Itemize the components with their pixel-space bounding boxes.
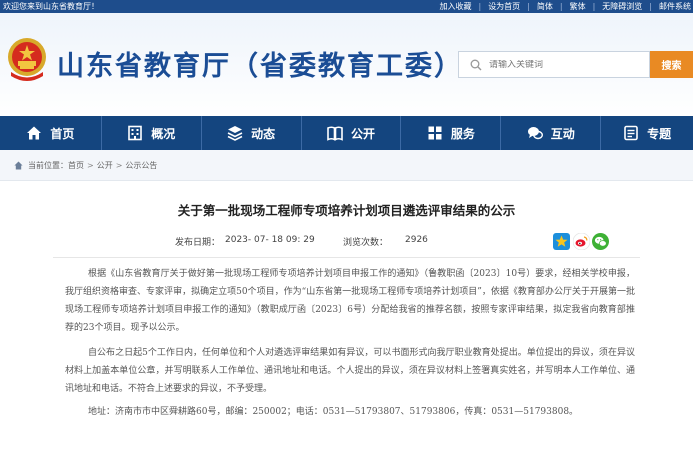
breadcrumb-public[interactable]: 公开 bbox=[97, 160, 113, 171]
wechat-icon[interactable] bbox=[592, 233, 609, 250]
book-icon bbox=[327, 126, 343, 141]
breadcrumb: 当前位置： 首页 > 公开 > 公示公告 bbox=[0, 150, 693, 181]
weibo-icon[interactable] bbox=[573, 233, 590, 250]
nav-label: 动态 bbox=[251, 126, 276, 141]
nav-item-news[interactable]: 动态 bbox=[202, 116, 301, 150]
set-homepage-link[interactable]: 设为首页 bbox=[488, 0, 520, 13]
article-title: 关于第一批现场工程师专项培养计划项目遴选评审结果的公示 bbox=[177, 203, 516, 218]
home-small-icon bbox=[14, 160, 23, 170]
nav-label: 服务 bbox=[450, 126, 475, 141]
article-paragraph: 地址：济南市市中区舜耕路60号，邮编：250002；电话：0531—517938… bbox=[88, 407, 579, 417]
search-input[interactable] bbox=[489, 59, 639, 70]
add-favorite-link[interactable]: 加入收藏 bbox=[439, 0, 471, 13]
grid-icon bbox=[428, 126, 442, 140]
utility-links: 加入收藏 | 设为首页 | 简体 | 繁体 | 无障碍浏览 | 邮件系统 bbox=[439, 0, 691, 13]
welcome-text: 欢迎您来到山东省教育厅！ bbox=[3, 2, 99, 11]
nav-label: 互动 bbox=[550, 126, 575, 141]
breadcrumb-home[interactable]: 首页 bbox=[68, 160, 84, 171]
article-meta: 发布日期： 2023- 07- 18 09: 29 浏览次数： 2926 bbox=[0, 233, 693, 250]
publish-date: 2023- 07- 18 09: 29 bbox=[225, 235, 315, 245]
article-paragraph: 根据《山东省教育厅关于做好第一批现场工程师专项培养计划项目申报工作的通知》（鲁教… bbox=[65, 269, 635, 333]
top-utility-bar: 欢迎您来到山东省教育厅！ 加入收藏 | 设为首页 | 简体 | 繁体 | 无障碍浏览 | … bbox=[0, 0, 693, 13]
breadcrumb-prefix: 当前位置： bbox=[28, 160, 68, 170]
nav-item-special[interactable]: 专题 bbox=[601, 116, 693, 150]
breadcrumb-separator: > bbox=[115, 160, 123, 170]
qzone-star-icon[interactable] bbox=[553, 233, 570, 250]
views-count: 2926 bbox=[405, 235, 428, 245]
separator: | bbox=[527, 2, 530, 11]
mail-system-link[interactable]: 邮件系统 bbox=[659, 0, 691, 13]
nav-label: 概况 bbox=[151, 126, 176, 141]
separator: | bbox=[592, 2, 596, 11]
site-title[interactable]: 山东省教育厅（省委教育工委） bbox=[57, 44, 463, 83]
nav-label: 首页 bbox=[50, 126, 75, 141]
traditional-link[interactable]: 繁体 bbox=[570, 0, 586, 13]
accessibility-link[interactable]: 无障碍浏览 bbox=[602, 0, 642, 13]
building-icon bbox=[128, 125, 143, 141]
publish-label: 发布日期： bbox=[175, 238, 221, 248]
nav-item-overview[interactable]: 概况 bbox=[102, 116, 201, 150]
article-paragraph: 自公布之日起5个工作日内，任何单位和个人对遴选评审结果如有异议，可以书面形式向我… bbox=[65, 348, 635, 394]
separator: | bbox=[478, 2, 482, 11]
national-emblem-icon bbox=[8, 38, 46, 81]
chat-icon bbox=[527, 127, 543, 140]
views-label: 浏览次数： bbox=[343, 238, 389, 248]
nav-item-interaction[interactable]: 互动 bbox=[501, 116, 600, 150]
nav-item-home[interactable]: 首页 bbox=[0, 116, 101, 150]
nav-label: 专题 bbox=[647, 126, 672, 141]
home-icon bbox=[27, 126, 42, 140]
search-icon bbox=[470, 59, 482, 70]
breadcrumb-separator: > bbox=[87, 160, 94, 170]
separator: | bbox=[649, 2, 652, 11]
nav-label: 公开 bbox=[351, 126, 376, 141]
separator: | bbox=[559, 2, 563, 11]
nav-item-public[interactable]: 公开 bbox=[302, 116, 401, 150]
simplified-link[interactable]: 简体 bbox=[537, 0, 553, 13]
layers-icon bbox=[227, 126, 243, 141]
search-button[interactable]: 搜索 bbox=[650, 51, 693, 78]
list-icon bbox=[624, 125, 638, 141]
site-header: 山东省教育厅（省委教育工委） 搜索 bbox=[0, 13, 693, 116]
main-nav: 首页 概况 动态 公开 服务 互动 专题 bbox=[0, 116, 693, 150]
search-box bbox=[458, 51, 650, 78]
breadcrumb-notice[interactable]: 公示公告 bbox=[125, 160, 157, 171]
meta-divider bbox=[53, 257, 640, 258]
nav-item-service[interactable]: 服务 bbox=[401, 116, 500, 150]
